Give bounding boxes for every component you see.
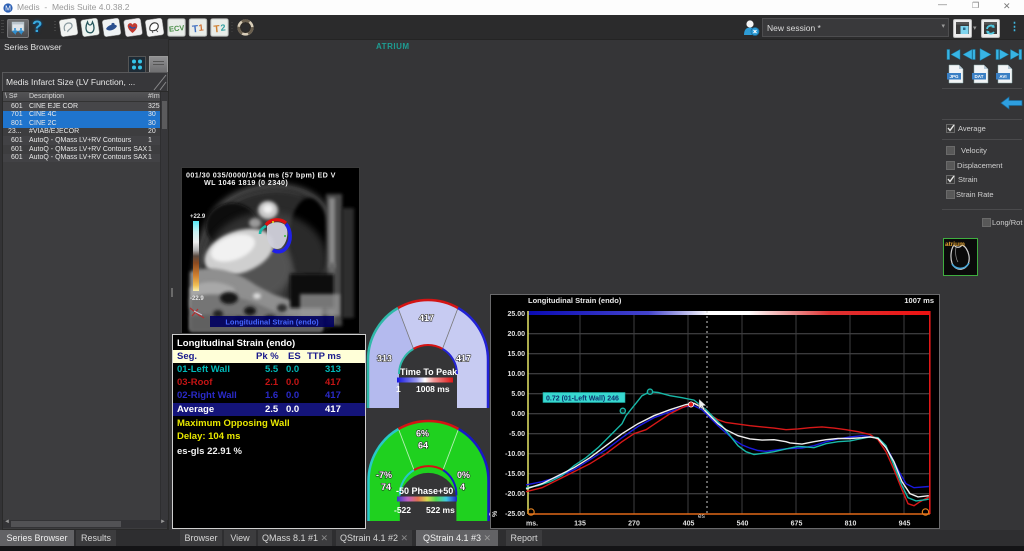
svg-text:-22.9: -22.9	[190, 296, 204, 302]
svg-text:313: 313	[377, 354, 392, 364]
svg-text:JPG: JPG	[949, 74, 959, 79]
svg-text:417: 417	[419, 313, 434, 323]
svg-text:Longitudinal Strain (endo): Longitudinal Strain (endo)	[225, 318, 319, 327]
svg-text:-7%: -7%	[376, 470, 392, 480]
svg-text:AVI: AVI	[999, 74, 1006, 79]
svg-text:-522: -522	[394, 505, 411, 515]
svg-text:540: 540	[737, 521, 749, 528]
svg-text:15.00: 15.00	[507, 351, 525, 358]
svg-text:135: 135	[574, 521, 586, 528]
svg-text:25.00: 25.00	[507, 311, 525, 318]
svg-text:ECV: ECV	[169, 23, 185, 34]
svg-text:4: 4	[460, 482, 465, 492]
svg-text:1: 1	[198, 22, 204, 32]
svg-text:-20.00: -20.00	[505, 491, 525, 498]
svg-text:0.72 (01-Left Wall) 246: 0.72 (01-Left Wall) 246	[546, 396, 619, 403]
svg-text:20.00: 20.00	[507, 331, 525, 338]
svg-text:405: 405	[683, 521, 695, 528]
svg-text:6%: 6%	[416, 429, 429, 439]
svg-text:Longitudinal Strain (endo): Longitudinal Strain (endo)	[528, 296, 622, 305]
svg-text:270: 270	[628, 521, 640, 528]
svg-text:+22.9: +22.9	[190, 214, 206, 220]
svg-text:0.00: 0.00	[511, 411, 525, 418]
svg-text:10.00: 10.00	[507, 371, 525, 378]
svg-text:74: 74	[381, 482, 391, 492]
svg-text:-15.00: -15.00	[505, 471, 525, 478]
svg-text:0%: 0%	[457, 470, 470, 480]
svg-text:64: 64	[418, 441, 428, 451]
svg-text:Time To Peak: Time To Peak	[400, 367, 458, 377]
svg-text:-50 Phase+50: -50 Phase+50	[396, 486, 453, 496]
svg-text:DAT: DAT	[975, 74, 984, 79]
svg-text:675: 675	[791, 521, 803, 528]
svg-text:417: 417	[456, 354, 471, 364]
svg-text:-10.00: -10.00	[505, 451, 525, 458]
svg-text:%: %	[492, 510, 499, 517]
svg-text:-25.00: -25.00	[505, 511, 525, 518]
svg-text:1008 ms: 1008 ms	[416, 384, 450, 394]
svg-text:M: M	[5, 6, 11, 13]
svg-text:810: 810	[845, 521, 857, 528]
svg-text:2: 2	[220, 22, 226, 32]
svg-text:945: 945	[899, 521, 911, 528]
svg-text:WL 1046 1819 (0 2340): WL 1046 1819 (0 2340)	[204, 178, 288, 187]
svg-text:5.00: 5.00	[511, 391, 525, 398]
svg-text:atrium: atrium	[945, 241, 965, 248]
svg-text:522 ms: 522 ms	[426, 505, 455, 515]
svg-text:T: T	[213, 24, 220, 36]
svg-text:es: es	[698, 513, 706, 520]
svg-text:1007 ms: 1007 ms	[904, 296, 934, 305]
svg-text:1: 1	[396, 384, 401, 394]
svg-text:ms.: ms.	[526, 521, 538, 528]
svg-text:-5.00: -5.00	[509, 431, 525, 438]
